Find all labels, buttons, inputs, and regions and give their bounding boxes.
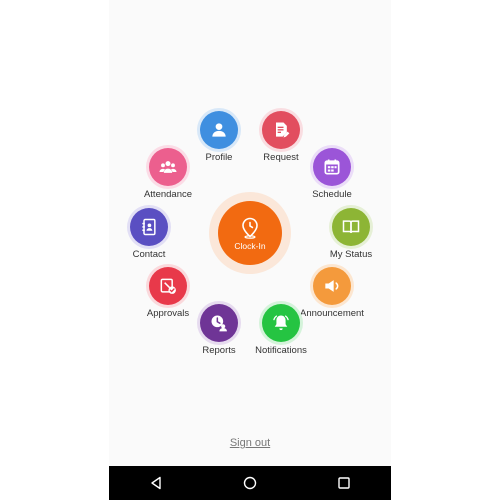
contact-book-icon <box>142 218 156 236</box>
contact-circle <box>130 208 168 246</box>
location-clock-icon <box>242 217 258 239</box>
calendar-icon <box>324 159 340 175</box>
approvals-button[interactable]: Approvals <box>123 267 213 319</box>
book-icon <box>342 220 360 233</box>
document-edit-icon <box>276 122 290 138</box>
speaker-icon <box>325 280 339 292</box>
contact-label: Contact <box>132 249 166 260</box>
sign-out-link[interactable]: Sign out <box>0 437 500 449</box>
group-icon <box>159 161 177 173</box>
clock-in-button[interactable]: Clock-In <box>209 192 291 274</box>
clock-in-circle: Clock-In <box>218 201 282 265</box>
approval-check-icon <box>160 278 176 294</box>
home-circle-icon <box>243 476 257 490</box>
attendance-circle <box>149 148 187 186</box>
schedule-label: Schedule <box>312 189 352 200</box>
attendance-button[interactable]: Attendance <box>123 148 213 200</box>
bell-icon <box>273 315 289 331</box>
recents-square-icon <box>338 477 350 489</box>
home-button[interactable] <box>235 468 265 498</box>
announcement-circle <box>313 267 351 305</box>
my-status-circle <box>332 208 370 246</box>
my-status-label: My Status <box>329 249 373 260</box>
recents-button[interactable] <box>329 468 359 498</box>
my-status-button[interactable]: My Status <box>306 208 396 260</box>
clock-in-label: Clock-In <box>234 240 266 251</box>
attendance-label: Attendance <box>143 189 193 200</box>
approvals-label: Approvals <box>146 308 190 319</box>
back-triangle-icon <box>151 476 161 490</box>
person-icon <box>212 123 226 137</box>
navigation-bar <box>109 466 391 500</box>
schedule-circle <box>313 148 351 186</box>
profile-circle <box>200 111 238 149</box>
approvals-circle <box>149 267 187 305</box>
schedule-button[interactable]: Schedule <box>287 148 377 200</box>
notifications-circle <box>262 304 300 342</box>
back-button[interactable] <box>141 468 171 498</box>
request-circle <box>262 111 300 149</box>
reports-label: Reports <box>202 345 236 356</box>
contact-button[interactable]: Contact <box>104 208 194 260</box>
